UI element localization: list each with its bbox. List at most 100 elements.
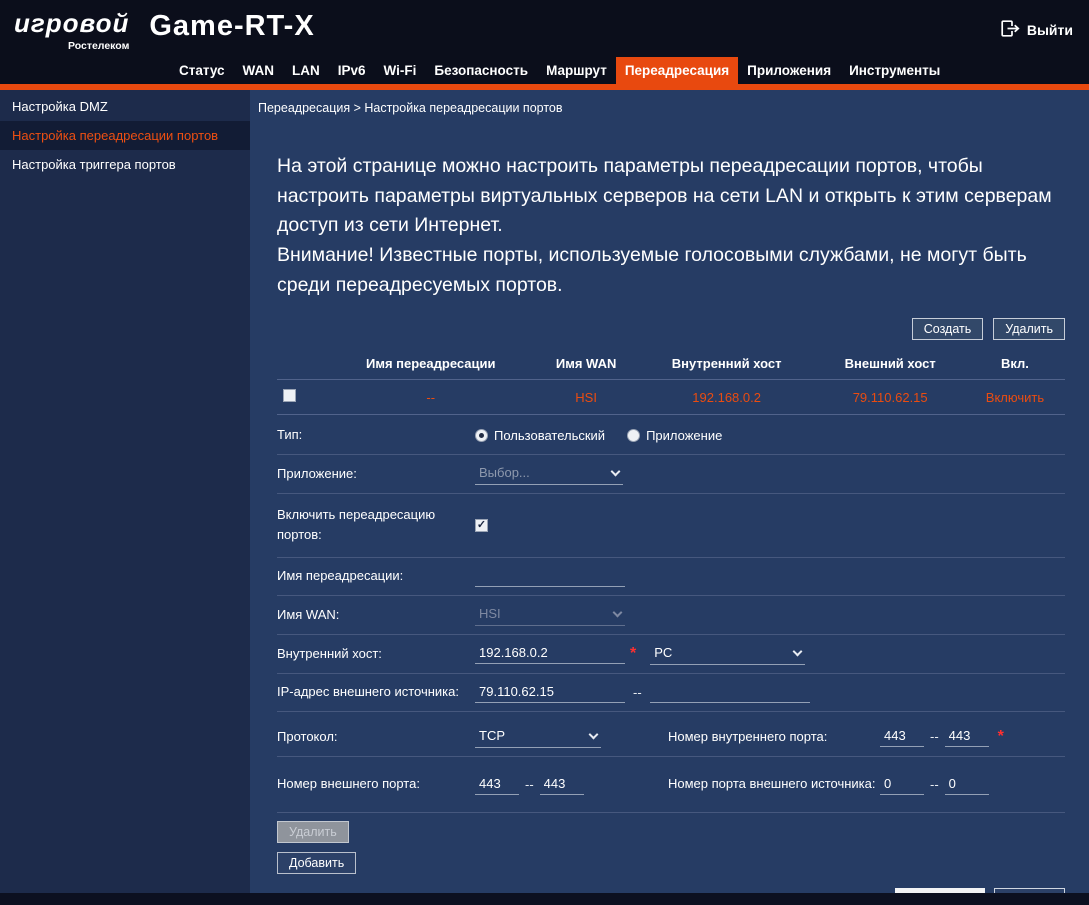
sidebar: Настройка DMZ Настройка переадресации по… <box>0 90 250 893</box>
row-enable-link[interactable]: Включить <box>965 380 1065 415</box>
forwarding-form: Тип: Пользовательский Приложение <box>277 417 1065 893</box>
radio-checked-icon <box>475 429 488 442</box>
required-asterisk: * <box>630 645 636 663</box>
brand: игровой Ростелеком Game-RT-X <box>0 0 1089 52</box>
tab-route[interactable]: Маршрут <box>537 57 616 84</box>
create-button[interactable]: Создать <box>912 318 984 340</box>
range-separator: -- <box>633 685 642 700</box>
application-select-value: Выбор... <box>479 465 530 480</box>
footer-bar <box>0 893 1089 905</box>
required-asterisk: * <box>998 728 1004 746</box>
protocol-select[interactable]: TCP <box>475 726 601 748</box>
logout-button[interactable]: Выйти <box>1001 20 1073 40</box>
tab-applications[interactable]: Приложения <box>738 57 840 84</box>
delete-entry-button[interactable]: Удалить <box>277 821 349 843</box>
sidebar-item-port-forwarding[interactable]: Настройка переадресации портов <box>0 121 250 150</box>
tab-ipv6[interactable]: IPv6 <box>329 57 375 84</box>
source-port-label: Номер порта внешнего источника: <box>668 774 880 795</box>
radio-unchecked-icon <box>627 429 640 442</box>
protocol-select-value: TCP <box>479 728 505 743</box>
form-row-enable: Включить переадресацию портов: <box>277 494 1065 558</box>
logo-primary-text: игровой <box>14 8 129 39</box>
chevron-down-icon <box>793 646 803 656</box>
header-checkbox-col <box>277 348 327 380</box>
source-port-from-input[interactable] <box>880 774 924 795</box>
tab-wifi[interactable]: Wi-Fi <box>375 57 426 84</box>
row-forward-name: -- <box>327 380 534 415</box>
form-row-forward-name: Имя переадресации: <box>277 558 1065 596</box>
external-port-from-input[interactable] <box>475 774 519 795</box>
main-content: Переадресация > Настройка переадресации … <box>250 90 1089 893</box>
add-entry-button[interactable]: Добавить <box>277 852 356 874</box>
tab-forwarding[interactable]: Переадресация <box>616 57 738 84</box>
breadcrumb: Переадресация > Настройка переадресации … <box>250 90 1089 124</box>
type-radio-custom[interactable]: Пользовательский <box>475 428 605 443</box>
forward-name-label: Имя переадресации: <box>277 566 475 587</box>
range-separator: -- <box>930 777 939 792</box>
rostelecom-logo: игровой Ростелеком <box>14 8 129 52</box>
table-header-row: Имя переадресации Имя WAN Внутренний хос… <box>277 348 1065 380</box>
header-forward-name: Имя переадресации <box>327 348 534 380</box>
internal-port-to-input[interactable] <box>945 726 989 747</box>
chevron-down-icon <box>613 607 623 617</box>
header-external-host: Внешний хост <box>815 348 964 380</box>
range-separator: -- <box>525 777 534 792</box>
internal-host-label: Внутренний хост: <box>277 644 475 665</box>
range-separator: -- <box>930 729 939 744</box>
delete-selected-button[interactable]: Удалить <box>993 318 1065 340</box>
type-radio-application[interactable]: Приложение <box>627 428 722 443</box>
external-port-to-input[interactable] <box>540 774 584 795</box>
wan-name-label: Имя WAN: <box>277 605 475 626</box>
form-row-type: Тип: Пользовательский Приложение <box>277 417 1065 455</box>
forwarding-table: Имя переадресации Имя WAN Внутренний хос… <box>277 348 1065 415</box>
wan-name-select-value: HSI <box>479 606 501 621</box>
logout-icon <box>1001 20 1020 40</box>
chevron-down-icon <box>589 729 599 739</box>
tab-status[interactable]: Статус <box>170 57 234 84</box>
logo-secondary-text: Ростелеком <box>14 40 129 52</box>
header-internal-host: Внутренний хост <box>638 348 816 380</box>
header-wan-name: Имя WAN <box>534 348 637 380</box>
source-port-to-input[interactable] <box>945 774 989 795</box>
internal-host-input[interactable] <box>475 643 625 664</box>
sidebar-item-dmz[interactable]: Настройка DMZ <box>0 92 250 121</box>
table-row: -- HSI 192.168.0.2 79.110.62.15 Включить <box>277 380 1065 415</box>
tab-lan[interactable]: LAN <box>283 57 329 84</box>
form-row-application: Приложение: Выбор... <box>277 455 1065 494</box>
external-source-ip-label: IP-адрес внешнего источника: <box>277 682 475 703</box>
form-row-protocol-ports: Протокол: TCP Номер внутреннего порта: <box>277 718 1065 757</box>
row-external-host: 79.110.62.15 <box>815 380 964 415</box>
internal-host-device-select[interactable]: PC <box>650 643 805 665</box>
tab-wan[interactable]: WAN <box>234 57 284 84</box>
device-title: Game-RT-X <box>149 10 314 43</box>
sidebar-item-port-trigger[interactable]: Настройка триггера портов <box>0 150 250 179</box>
application-select[interactable]: Выбор... <box>475 463 623 485</box>
external-source-ip-input[interactable] <box>475 682 625 703</box>
external-source-ip-input-2[interactable] <box>650 682 810 703</box>
tab-tools[interactable]: Инструменты <box>840 57 949 84</box>
internal-host-device-value: PC <box>654 645 672 660</box>
internal-port-label: Номер внутреннего порта: <box>668 727 880 748</box>
tab-security[interactable]: Безопасность <box>425 57 537 84</box>
protocol-label: Протокол: <box>277 727 475 748</box>
description-paragraph-1: На этой странице можно настроить парамет… <box>277 152 1065 241</box>
type-application-label: Приложение <box>646 428 722 443</box>
form-row-external-source-ip: IP-адрес внешнего источника: -- <box>277 674 1065 712</box>
header-enabled: Вкл. <box>965 348 1065 380</box>
type-label: Тип: <box>277 425 475 446</box>
row-internal-host: 192.168.0.2 <box>638 380 816 415</box>
page-description: На этой странице можно настроить парамет… <box>277 152 1065 300</box>
main-nav: Статус WAN LAN IPv6 Wi-Fi Безопасность М… <box>170 57 949 84</box>
logout-label: Выйти <box>1027 22 1073 38</box>
wan-name-select: HSI <box>475 604 625 626</box>
forward-name-input[interactable] <box>475 566 625 587</box>
external-port-label: Номер внешнего порта: <box>277 774 475 795</box>
internal-port-from-input[interactable] <box>880 726 924 747</box>
application-label: Приложение: <box>277 464 475 485</box>
row-checkbox[interactable] <box>283 389 296 402</box>
form-row-external-ports: Номер внешнего порта: -- Номер порта вне… <box>277 757 1065 813</box>
enable-checkbox[interactable] <box>475 519 488 532</box>
type-custom-label: Пользовательский <box>494 428 605 443</box>
form-row-internal-host: Внутренний хост: * PC <box>277 635 1065 674</box>
form-row-wan-name: Имя WAN: HSI <box>277 596 1065 635</box>
